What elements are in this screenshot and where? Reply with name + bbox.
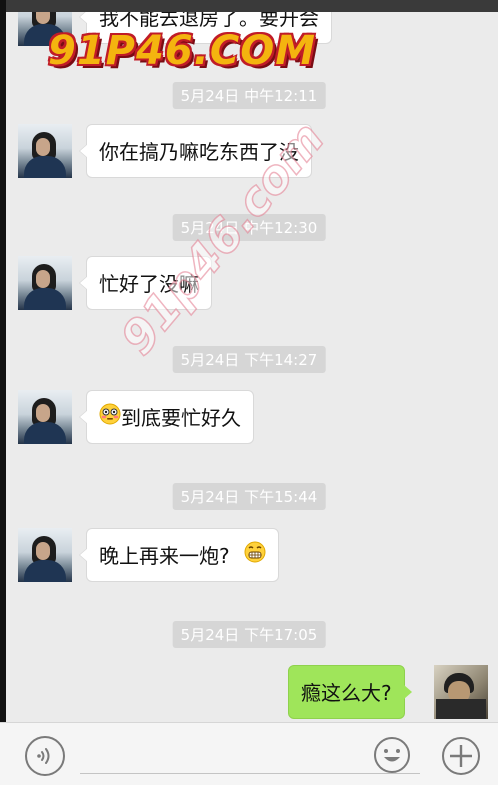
incoming-message[interactable]: 你在搞乃嘛吃东西了没 [79,124,312,178]
timestamp: 5月24日 中午12:30 [172,214,326,241]
timestamp: 5月24日 下午15:44 [172,483,326,510]
voice-icon[interactable] [24,735,65,776]
chat-area: 我不能去退房了。要开会 5月24日 中午12:11 你在搞乃嘛吃东西了没 5月2… [0,0,498,722]
message-text: 忙好了没嘛 [99,272,199,296]
timestamp: 5月24日 下午14:27 [172,346,326,373]
contact-avatar[interactable] [18,528,72,582]
contact-avatar[interactable] [18,124,72,178]
plus-icon[interactable] [440,735,480,775]
my-avatar[interactable] [434,665,488,719]
incoming-message[interactable]: 到底要忙好久 [79,390,254,445]
incoming-message[interactable]: 忙好了没嘛 [79,256,212,310]
contact-avatar[interactable] [18,256,72,310]
input-underline [80,773,420,774]
timestamp: 5月24日 下午17:05 [172,621,326,648]
input-bar [0,722,498,785]
left-edge [0,0,6,785]
timestamp: 5月24日 中午12:11 [172,82,326,109]
message-text: 晚上再来一炮? [99,544,230,568]
message-text: 到底要忙好久 [121,406,241,430]
watermark-logo: 91P46.COM [48,28,317,74]
emoji-icon[interactable] [372,735,412,775]
message-text: 瘾这么大? [301,681,392,705]
contact-avatar[interactable] [18,390,72,444]
outgoing-message[interactable]: 瘾这么大? [288,665,412,719]
message-text: 你在搞乃嘛吃东西了没 [99,140,299,164]
grimacing-face-emoji [244,529,266,583]
incoming-message[interactable]: 晚上再来一炮? [79,528,279,583]
flushed-face-emoji [99,391,121,445]
top-bar [0,0,498,12]
